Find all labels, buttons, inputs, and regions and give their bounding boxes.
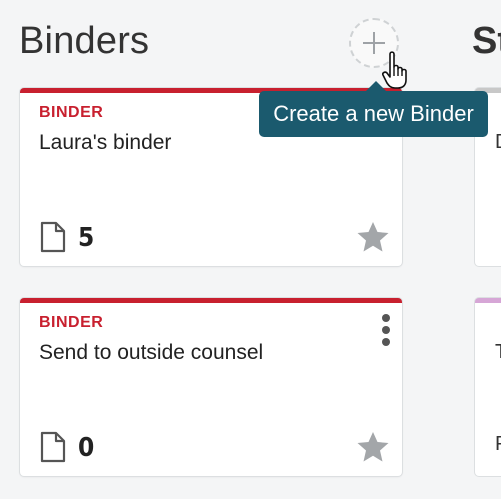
kebab-menu-icon[interactable]	[379, 314, 393, 350]
document-icon	[40, 431, 66, 463]
document-icon	[40, 221, 66, 253]
document-count: 0	[78, 433, 95, 463]
binders-column-title: Binders	[19, 20, 150, 62]
side-card-text: T	[495, 341, 501, 364]
binder-name[interactable]: Send to outside counsel	[39, 341, 263, 365]
side-card[interactable]: T P	[475, 298, 501, 476]
binder-card[interactable]: BINDER Send to outside counsel 0	[20, 298, 402, 476]
card-type-label: BINDER	[39, 104, 104, 121]
create-binder-tooltip: Create a new Binder	[259, 91, 488, 137]
second-column-title: St	[472, 20, 501, 62]
document-count: 5	[78, 223, 95, 253]
binder-name[interactable]: Laura's binder	[39, 131, 171, 155]
side-card-text: D	[495, 131, 501, 154]
star-icon[interactable]	[356, 221, 390, 253]
tooltip-arrow	[366, 81, 386, 91]
card-type-label: BINDER	[39, 314, 104, 331]
hand-pointer-icon	[382, 51, 407, 89]
binders-board: Binders St Create a new Binder BINDER La…	[0, 0, 501, 499]
side-card-text: P	[495, 433, 501, 456]
star-icon[interactable]	[356, 431, 390, 463]
